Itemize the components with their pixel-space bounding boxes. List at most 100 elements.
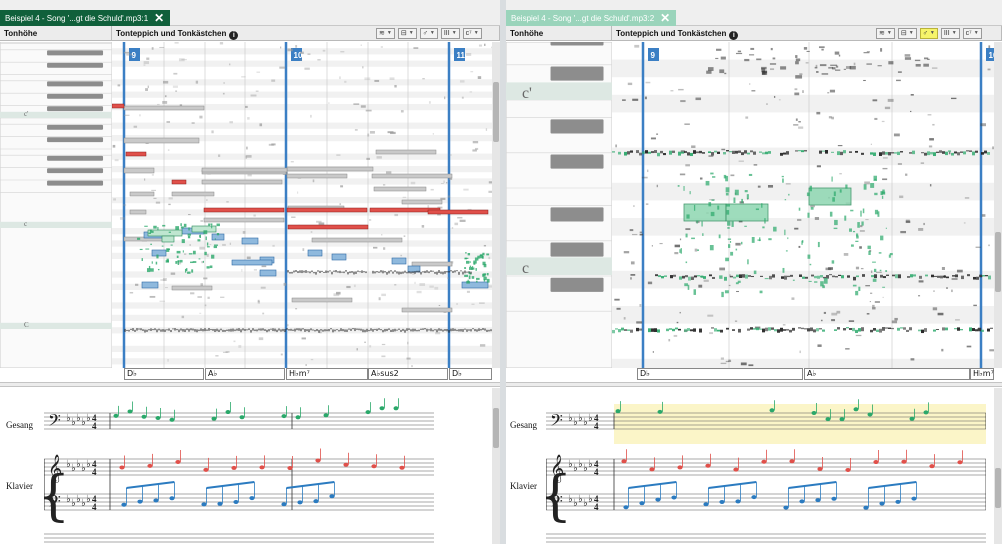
tuner-toggle[interactable]: ♂ ▼ [419, 28, 438, 39]
close-icon[interactable]: ✕ [154, 12, 164, 24]
black-key [550, 119, 604, 134]
file-tab[interactable]: Beispiel 4 - Song '...gt die Schuld'.mp3… [0, 10, 171, 26]
spectral-speck [146, 268, 151, 273]
chord-symbol[interactable]: D♭ [124, 368, 204, 380]
black-key [550, 242, 604, 257]
spectral-speck [166, 258, 169, 262]
scrollbar-thumb[interactable] [493, 82, 499, 142]
spectral-speck [988, 45, 991, 49]
box-toggle[interactable]: ⊟ ▼ [397, 28, 417, 39]
spectral-speck [440, 271, 442, 274]
spectral-speck [781, 175, 784, 178]
spectral-speck [794, 227, 799, 230]
pane-separator[interactable] [0, 382, 500, 387]
chord-symbol[interactable]: D♭ [637, 368, 803, 380]
spectral-speck [471, 276, 475, 279]
spectral-speck [762, 328, 765, 333]
spectral-speck [196, 329, 198, 333]
time-signature-bottom: 4 [594, 421, 599, 431]
spectral-speck [236, 328, 238, 331]
spectral-speck [173, 72, 178, 75]
spectral-speck [850, 209, 854, 212]
spectral-speck [784, 229, 786, 236]
vertical-scrollbar[interactable] [492, 42, 500, 368]
spectral-speck [872, 306, 876, 310]
spectral-speck [769, 275, 772, 280]
spectral-speck [384, 271, 386, 273]
tone-carpet[interactable]: 9 10 11 [112, 42, 492, 368]
file-tab[interactable]: Beispiel 4 - Song '...gt die Schuld'.mp3… [506, 10, 677, 26]
spectral-speck [424, 328, 426, 330]
spectral-speck [472, 328, 474, 330]
spectral-speck [396, 271, 398, 274]
spectral-speck [157, 103, 160, 106]
key-toggle[interactable]: c⁷ ▼ [962, 28, 982, 39]
chord-symbol[interactable]: D♭ [449, 368, 492, 380]
spectral-speck [869, 301, 871, 303]
chord-symbol[interactable]: H♭m⁷ [286, 368, 368, 380]
spectral-speck [746, 194, 749, 199]
chevron-down-icon: ▼ [408, 30, 414, 36]
chord-symbol[interactable]: A♭ [205, 368, 285, 380]
piano-keyboard[interactable]: c' c [506, 42, 612, 368]
spectral-speck [436, 271, 438, 275]
note-head [789, 459, 795, 464]
spectral-speck [873, 268, 877, 273]
chord-symbol[interactable]: A♭ [804, 368, 970, 380]
score-view[interactable]: {𝄢𝄞𝄢♭♭♭♭♭44♭♭♭♭♭44♭♭♭♭♭44 [44, 388, 434, 544]
spectral-speck [408, 271, 410, 274]
spectral-speck [479, 302, 485, 304]
spectral-speck [324, 329, 326, 332]
overtone-toggle[interactable]: ≋ ▼ [376, 28, 395, 39]
note-head [639, 501, 645, 506]
spectral-speck [735, 52, 743, 55]
tuner-toggle[interactable]: ♂ ▼ [919, 28, 938, 39]
spectral-speck [701, 221, 703, 227]
spectral-speck [188, 214, 191, 216]
spectral-speck [794, 92, 800, 96]
spectral-speck [831, 260, 835, 264]
spectral-speck [807, 212, 810, 218]
piano-keyboard[interactable]: c' c C [0, 42, 112, 368]
overtone-toggle[interactable]: ≋ ▼ [876, 28, 895, 39]
scrollbar-thumb[interactable] [493, 408, 499, 448]
scrollbar-thumb[interactable] [995, 232, 1001, 292]
key-toggle[interactable]: c⁷ ▼ [462, 28, 482, 39]
spectral-speck [900, 327, 903, 329]
spectral-speck [849, 151, 852, 153]
tone-box [259, 269, 277, 277]
chord-symbol[interactable]: A♭sus2 [368, 368, 448, 380]
spectral-speck [176, 328, 178, 331]
box-toggle[interactable]: ⊟ ▼ [897, 28, 917, 39]
spectral-speck [124, 328, 126, 332]
spectral-speck [750, 150, 753, 153]
spectral-speck [211, 130, 214, 134]
close-icon[interactable]: ✕ [660, 12, 670, 24]
score-view[interactable]: {𝄢𝄞𝄢♭♭♭♭♭44♭♭♭♭♭44♭♭♭♭♭44 [546, 388, 986, 544]
scrollbar-thumb[interactable] [995, 468, 1001, 508]
octave-label: c' [24, 110, 28, 118]
info-icon[interactable]: i [729, 31, 739, 40]
spectral-speck [870, 270, 873, 274]
spectral-speck [795, 61, 799, 65]
meter-toggle[interactable]: III ▼ [940, 28, 960, 39]
bass-clef: 𝄢 [550, 410, 563, 434]
spectral-speck [176, 255, 179, 258]
spectral-speck [819, 64, 827, 67]
score-scrollbar[interactable] [994, 388, 1002, 544]
pane-separator[interactable] [506, 382, 1002, 387]
treble-clef: 𝄞 [550, 454, 564, 483]
bass-clef: 𝄢 [550, 491, 563, 515]
spectral-speck [923, 63, 929, 67]
spectral-speck [787, 275, 790, 278]
tone-carpet[interactable]: 910 [612, 42, 994, 368]
info-icon[interactable]: i [229, 31, 239, 40]
score-scrollbar[interactable] [492, 388, 500, 544]
spectral-speck [864, 181, 870, 185]
meter-toggle[interactable]: III ▼ [440, 28, 460, 39]
chord-symbol[interactable]: H♭m⁷ [970, 368, 994, 380]
spectral-speck [410, 271, 412, 274]
black-key [550, 277, 604, 292]
spectral-speck [720, 329, 723, 333]
vertical-scrollbar[interactable] [994, 42, 1002, 368]
